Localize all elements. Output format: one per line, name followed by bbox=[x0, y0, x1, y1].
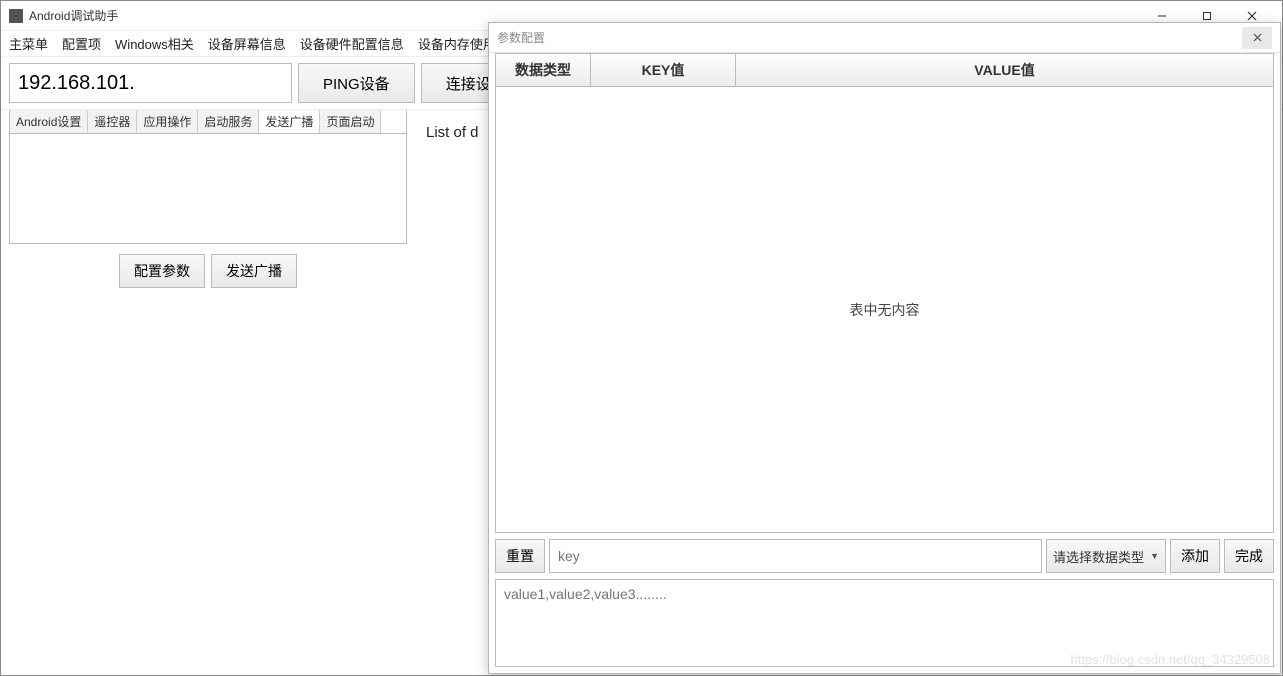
tab-send-broadcast[interactable]: 发送广播 bbox=[259, 110, 320, 133]
send-broadcast-button[interactable]: 发送广播 bbox=[211, 254, 297, 288]
table-empty-text: 表中无内容 bbox=[850, 300, 920, 320]
minimize-icon bbox=[1157, 11, 1167, 21]
tab-app-ops[interactable]: 应用操作 bbox=[137, 110, 198, 133]
ping-button[interactable]: PING设备 bbox=[298, 63, 415, 103]
menu-hardware-info[interactable]: 设备硬件配置信息 bbox=[300, 34, 404, 53]
maximize-icon bbox=[1202, 11, 1212, 21]
table-header-key[interactable]: KEY值 bbox=[591, 54, 736, 86]
close-icon bbox=[1253, 33, 1262, 42]
menu-screen-info[interactable]: 设备屏幕信息 bbox=[208, 34, 286, 53]
dialog-bottom-row: 重置 请选择数据类型 ▼ 添加 完成 bbox=[495, 539, 1274, 573]
key-input[interactable] bbox=[549, 539, 1042, 573]
done-button[interactable]: 完成 bbox=[1224, 539, 1274, 573]
dialog-close-button[interactable] bbox=[1242, 27, 1272, 49]
menu-windows[interactable]: Windows相关 bbox=[115, 34, 194, 53]
type-select-label: 请选择数据类型 bbox=[1053, 547, 1144, 566]
tab-android-settings[interactable]: Android设置 bbox=[10, 110, 88, 133]
tab-start-service[interactable]: 启动服务 bbox=[198, 110, 259, 133]
config-params-button[interactable]: 配置参数 bbox=[119, 254, 205, 288]
menu-main[interactable]: 主菜单 bbox=[9, 34, 48, 53]
table-header-value[interactable]: VALUE值 bbox=[736, 54, 1273, 86]
tab-bar: Android设置 遥控器 应用操作 启动服务 发送广播 页面启动 bbox=[9, 110, 407, 134]
ip-input[interactable] bbox=[9, 63, 292, 103]
chevron-down-icon: ▼ bbox=[1150, 551, 1159, 561]
window-title: Android调试助手 bbox=[29, 7, 118, 24]
list-of-d-label: List of d bbox=[426, 124, 479, 141]
tab-content-area[interactable] bbox=[9, 134, 407, 244]
params-config-dialog: 参数配置 数据类型 KEY值 VALUE值 表中无内容 重置 请选择数据类型 ▼… bbox=[488, 22, 1281, 674]
table-header-type[interactable]: 数据类型 bbox=[496, 54, 591, 86]
dialog-title: 参数配置 bbox=[497, 29, 545, 46]
table-body: 表中无内容 bbox=[495, 86, 1274, 533]
add-button[interactable]: 添加 bbox=[1170, 539, 1220, 573]
dialog-title-bar: 参数配置 bbox=[489, 23, 1280, 53]
type-select[interactable]: 请选择数据类型 ▼ bbox=[1046, 539, 1166, 573]
close-icon bbox=[1247, 11, 1257, 21]
app-icon bbox=[9, 9, 23, 23]
menu-config[interactable]: 配置项 bbox=[62, 34, 101, 53]
tab-page-launch[interactable]: 页面启动 bbox=[320, 110, 381, 133]
tab-remote[interactable]: 遥控器 bbox=[88, 110, 137, 133]
table-header: 数据类型 KEY值 VALUE值 bbox=[495, 53, 1274, 86]
reset-button[interactable]: 重置 bbox=[495, 539, 545, 573]
mid-button-row: 配置参数 发送广播 bbox=[1, 254, 415, 288]
watermark: https://blog.csdn.net/qq_34329508 bbox=[1071, 652, 1271, 667]
